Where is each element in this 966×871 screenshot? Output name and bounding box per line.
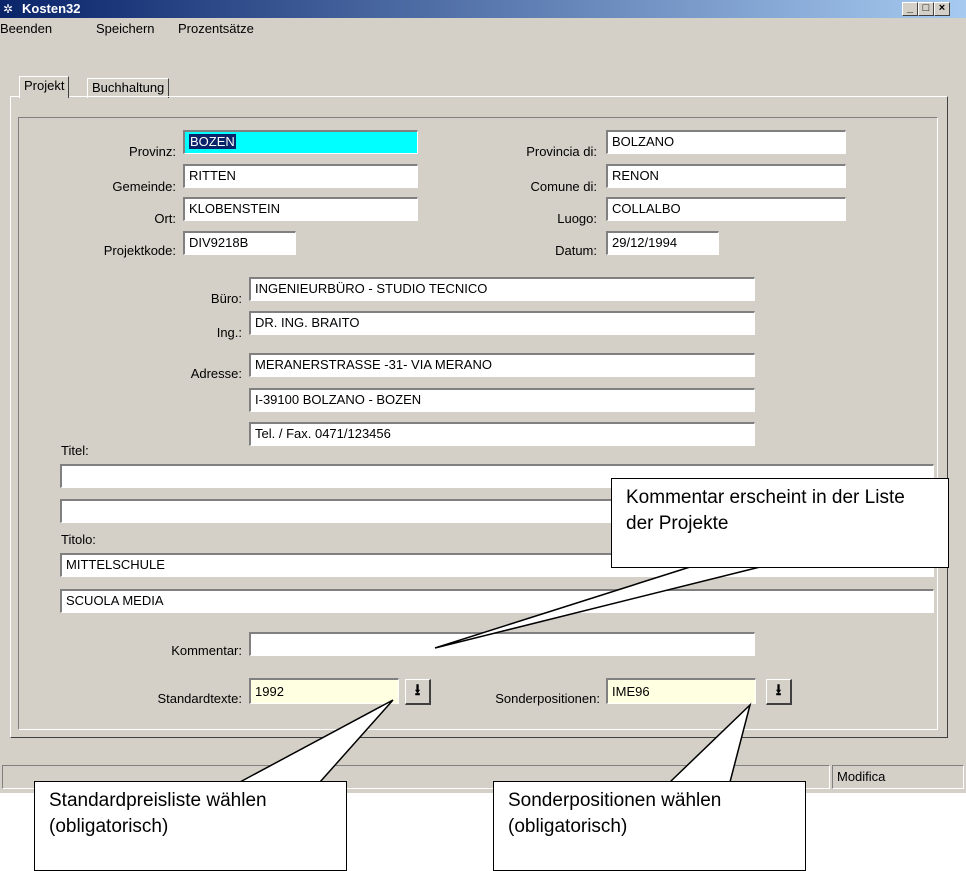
callout-kommentar: Kommentar erscheint in der Liste der Pro… bbox=[611, 478, 949, 568]
tab-projekt[interactable]: Projekt bbox=[19, 76, 70, 98]
callout-standardpreisliste: Standardpreisliste wählen (obligatorisch… bbox=[34, 781, 347, 871]
kommentar-pointer bbox=[434, 566, 761, 649]
standard-pointer bbox=[239, 699, 394, 783]
callout-sonderpositionen: Sonderpositionen wählen (obligatorisch) bbox=[493, 781, 806, 871]
sonder-pointer bbox=[669, 702, 752, 783]
callout-pointers bbox=[239, 566, 761, 783]
